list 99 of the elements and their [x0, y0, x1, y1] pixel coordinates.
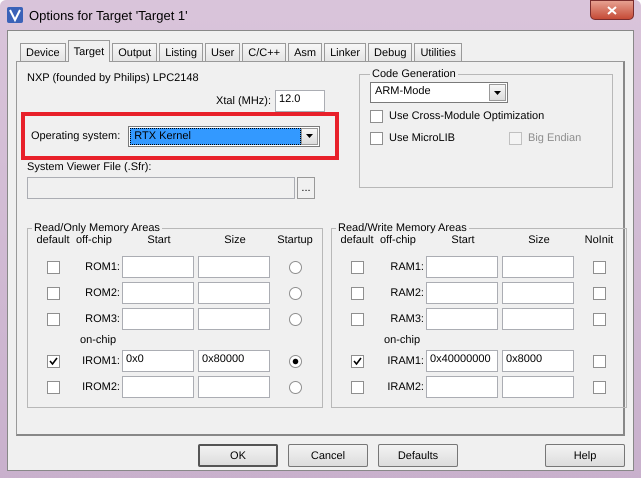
system-viewer-label: System Viewer File (.Sfr):: [27, 161, 152, 173]
tab[interactable]: C/C++: [242, 43, 286, 62]
checkbox[interactable]: [350, 260, 364, 274]
size-field[interactable]: [198, 256, 270, 278]
checkbox[interactable]: [46, 354, 60, 368]
start-field[interactable]: [426, 256, 498, 278]
option-label: Use MicroLIB: [389, 132, 456, 144]
start-field[interactable]: [122, 256, 194, 278]
tab[interactable]: Listing: [159, 43, 204, 62]
radio-button[interactable]: [288, 312, 302, 326]
xtal-field[interactable]: 12.0: [275, 90, 325, 112]
column-header: off-chip: [380, 234, 417, 248]
size-field[interactable]: [198, 376, 270, 398]
memory-label: IRAM1:: [386, 355, 424, 367]
start-field[interactable]: [122, 308, 194, 330]
size-field[interactable]: 0x8000: [502, 350, 574, 372]
group-title: Code Generation: [371, 68, 457, 80]
checkbox[interactable]: [46, 286, 60, 300]
size-field[interactable]: [198, 308, 270, 330]
checkbox[interactable]: [592, 260, 606, 274]
start-field[interactable]: 0x40000000: [426, 350, 498, 372]
memory-label: IROM2:: [81, 381, 120, 393]
checkbox[interactable]: [350, 312, 364, 326]
tab[interactable]: Debug: [368, 43, 412, 62]
dialog-button[interactable]: Cancel: [288, 444, 368, 467]
checkmark-icon: [352, 356, 362, 366]
memory-label: IROM1:: [81, 355, 120, 367]
start-field[interactable]: [426, 308, 498, 330]
help-button[interactable]: Help: [545, 444, 625, 467]
checkbox[interactable]: [592, 312, 606, 326]
memory-label: RAM3:: [389, 313, 424, 325]
memory-label: ROM3:: [84, 313, 120, 325]
tab[interactable]: Linker: [324, 43, 366, 62]
checkbox[interactable]: [370, 132, 383, 144]
checkbox[interactable]: [350, 380, 364, 394]
checkmark-icon: [48, 356, 58, 366]
close-icon: [607, 6, 617, 14]
tab[interactable]: User: [205, 43, 240, 62]
size-field[interactable]: [502, 256, 574, 278]
operating-system-dropdown[interactable]: RTX Kernel: [128, 126, 320, 146]
memory-label: RAM2:: [389, 287, 424, 299]
dialog-button[interactable]: OK: [198, 444, 278, 467]
start-field[interactable]: 0x0: [122, 350, 194, 372]
start-field[interactable]: [122, 376, 194, 398]
checkbox[interactable]: [350, 286, 364, 300]
mode-dropdown[interactable]: ARM-Mode: [370, 82, 508, 103]
checkbox[interactable]: [46, 260, 60, 274]
checkbox[interactable]: [592, 286, 606, 300]
column-header: Startup: [276, 234, 314, 248]
radio-button[interactable]: [288, 380, 302, 394]
radio-button[interactable]: [288, 286, 302, 300]
device-name: NXP (founded by Philips) LPC2148: [27, 72, 200, 84]
dialog-button[interactable]: Defaults: [378, 444, 458, 467]
window-title: Options for Target 'Target 1': [29, 8, 188, 22]
start-field[interactable]: [426, 376, 498, 398]
option-label: Use Cross-Module Optimization: [389, 110, 544, 122]
xtal-label: Xtal (MHz):: [216, 95, 271, 107]
memory-label: IRAM2:: [386, 381, 424, 393]
column-header: NoInit: [584, 234, 614, 248]
column-header: Size: [223, 234, 247, 248]
size-field[interactable]: [198, 282, 270, 304]
size-field[interactable]: [502, 308, 574, 330]
start-field[interactable]: [122, 282, 194, 304]
group-title: Read/Only Memory Areas: [33, 222, 161, 234]
radio-button[interactable]: [288, 260, 302, 274]
tab[interactable]: Utilities: [414, 43, 462, 62]
section-label: on-chip: [383, 334, 422, 346]
size-field[interactable]: [502, 282, 574, 304]
size-field[interactable]: [502, 376, 574, 398]
column-header: Start: [146, 234, 172, 248]
start-field[interactable]: [426, 282, 498, 304]
section-label: on-chip: [79, 334, 118, 346]
column-header: off-chip: [76, 234, 113, 248]
column-header: default: [339, 234, 375, 248]
column-header: Start: [450, 234, 476, 248]
checkbox[interactable]: [46, 312, 60, 326]
system-viewer-field[interactable]: [27, 177, 295, 199]
app-icon: [7, 7, 23, 23]
column-header: default: [35, 234, 71, 248]
checkbox[interactable]: [350, 354, 364, 368]
tab[interactable]: Target: [68, 40, 110, 62]
option-label: Big Endian: [528, 132, 582, 144]
operating-system-label: Operating system:: [31, 130, 120, 142]
column-header: Size: [527, 234, 551, 248]
tab[interactable]: Output: [112, 43, 158, 62]
radio-button[interactable]: [288, 354, 302, 368]
checkbox[interactable]: [592, 380, 606, 394]
memory-label: ROM2:: [84, 287, 120, 299]
checkbox[interactable]: [592, 354, 606, 368]
group-title: Read/Write Memory Areas: [337, 222, 468, 234]
size-field[interactable]: 0x80000: [198, 350, 270, 372]
memory-label: ROM1:: [84, 261, 120, 273]
checkbox[interactable]: [370, 110, 383, 122]
close-button[interactable]: [590, 0, 634, 20]
browse-button[interactable]: ...: [297, 177, 315, 199]
tab[interactable]: Device: [20, 43, 66, 62]
tab[interactable]: Asm: [288, 43, 322, 62]
checkbox[interactable]: [46, 380, 60, 394]
memory-label: RAM1:: [389, 261, 424, 273]
